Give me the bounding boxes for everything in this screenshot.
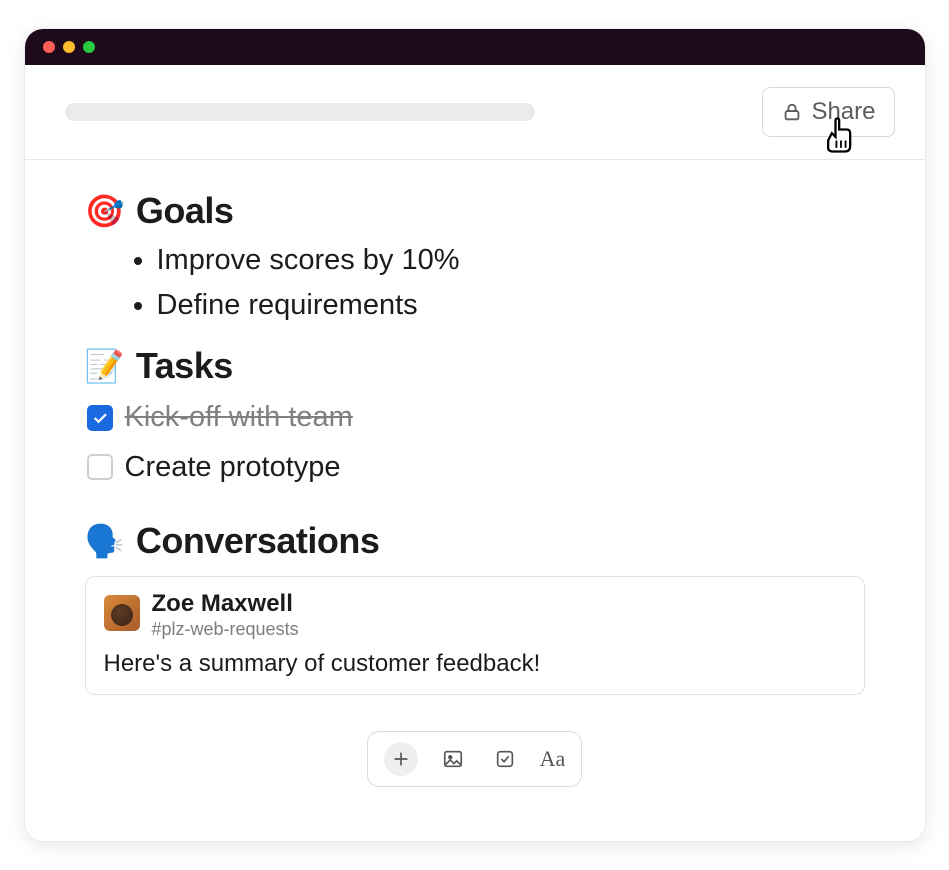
target-icon: 🎯 <box>85 192 124 230</box>
conversation-card[interactable]: Zoe Maxwell #plz-web-requests Here's a s… <box>85 576 865 695</box>
document-title-placeholder[interactable] <box>65 103 535 121</box>
conversation-message: Here's a summary of customer feedback! <box>104 650 846 678</box>
image-icon <box>442 748 464 770</box>
speaking-head-icon: 🗣️ <box>85 522 124 560</box>
goals-heading: 🎯 Goals <box>85 190 865 232</box>
text-format-label: Aa <box>540 746 566 772</box>
checkbox-icon <box>494 748 516 770</box>
task-checkbox-unchecked[interactable] <box>87 454 113 480</box>
goals-list: Improve scores by 10% Define requirement… <box>85 238 865 328</box>
lock-icon <box>781 101 803 123</box>
editor-toolbar: Aa <box>367 731 583 787</box>
document-body[interactable]: 🎯 Goals Improve scores by 10% Define req… <box>25 160 925 842</box>
task-row[interactable]: Create prototype <box>87 443 865 492</box>
conversation-channel: #plz-web-requests <box>152 619 299 640</box>
list-item[interactable]: Improve scores by 10% <box>157 238 865 283</box>
window-minimize-button[interactable] <box>63 41 75 53</box>
share-button-label: Share <box>811 98 875 126</box>
add-button[interactable] <box>384 742 418 776</box>
window-close-button[interactable] <box>43 41 55 53</box>
window-maximize-button[interactable] <box>83 41 95 53</box>
plus-icon <box>390 748 412 770</box>
conversations-heading: 🗣️ Conversations <box>85 520 865 562</box>
conversation-author: Zoe Maxwell <box>152 591 299 617</box>
conversation-header: Zoe Maxwell #plz-web-requests <box>104 591 846 640</box>
tasks-heading-text: Tasks <box>136 345 233 387</box>
goals-heading-text: Goals <box>136 190 234 232</box>
text-format-button[interactable]: Aa <box>540 742 566 776</box>
tasks-heading: 📝 Tasks <box>85 345 865 387</box>
task-label: Create prototype <box>125 443 341 492</box>
task-checkbox-checked[interactable] <box>87 405 113 431</box>
task-row[interactable]: Kick-off with team <box>87 393 865 442</box>
canvas-window: Share 🎯 Goals Improve scores by 10% Defi… <box>25 29 925 842</box>
list-item[interactable]: Define requirements <box>157 283 865 328</box>
share-button[interactable]: Share <box>762 87 894 137</box>
task-label: Kick-off with team <box>125 393 353 442</box>
memo-icon: 📝 <box>85 347 124 385</box>
insert-checklist-button[interactable] <box>488 742 522 776</box>
window-titlebar <box>25 29 925 65</box>
insert-image-button[interactable] <box>436 742 470 776</box>
checkmark-icon <box>91 409 109 427</box>
avatar <box>104 595 140 631</box>
document-header: Share <box>25 65 925 160</box>
conversations-heading-text: Conversations <box>136 520 380 562</box>
